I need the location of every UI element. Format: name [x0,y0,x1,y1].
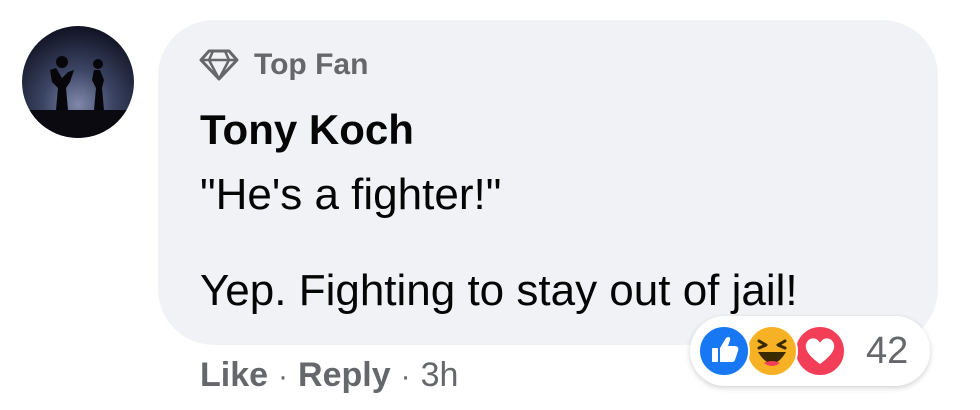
reaction-count: 42 [866,330,909,372]
badge-label: Top Fan [254,48,369,81]
separator: · [400,360,411,393]
avatar[interactable] [22,26,134,138]
haha-icon [746,325,798,377]
comment-timestamp[interactable]: 3h [421,356,459,395]
avatar-image [22,26,134,138]
like-icon [698,325,750,377]
comment-text-line-1: "He's a fighter!" [200,170,502,219]
love-icon [794,325,846,377]
reactions-summary[interactable]: 42 [690,316,930,386]
comment-actions: Like · Reply · 3h [200,356,458,395]
diamond-icon [198,48,240,82]
comment-text-line-2: Yep. Fighting to stay out of jail! [200,266,798,315]
comment-author[interactable]: Tony Koch [200,106,414,154]
reply-link[interactable]: Reply [298,356,391,395]
top-fan-badge: Top Fan [198,48,368,82]
like-link[interactable]: Like [200,356,268,395]
separator: · [278,360,289,393]
